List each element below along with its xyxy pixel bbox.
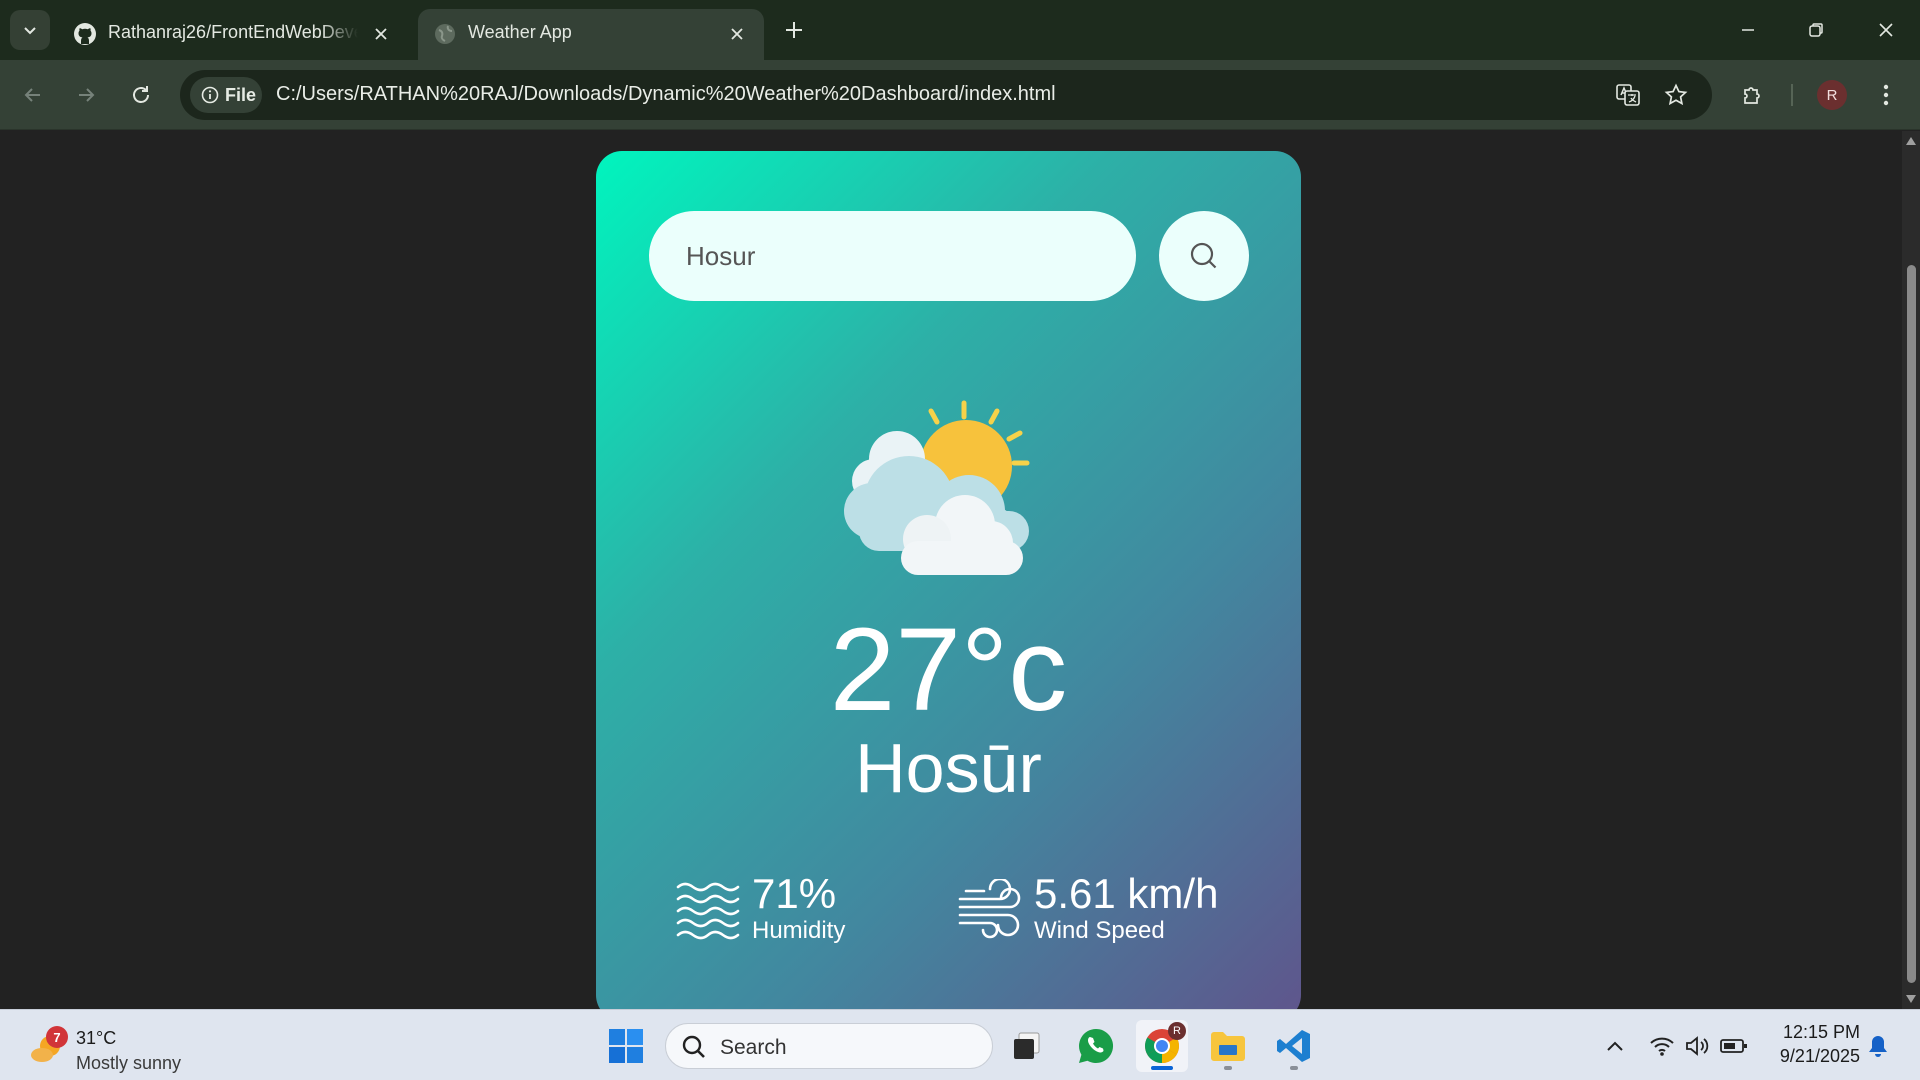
browser-tab-bar: Rathanraj26/FrontEndWebDeve Weather App bbox=[0, 0, 1920, 60]
wind-speed-label: Wind Speed bbox=[1034, 917, 1165, 944]
clock-date: 9/21/2025 bbox=[1779, 1046, 1860, 1066]
reload-button[interactable] bbox=[123, 77, 159, 113]
task-view-icon bbox=[1014, 1032, 1040, 1059]
weather-card: 27°c Hosūr 71% Humidity bbox=[596, 151, 1301, 1009]
tab-weather-app[interactable]: Weather App bbox=[418, 9, 764, 60]
weather-widget-desc: Mostly sunny bbox=[76, 1053, 182, 1073]
city-search-input[interactable] bbox=[649, 211, 1136, 301]
scrollbar-thumb[interactable] bbox=[1907, 265, 1916, 983]
whatsapp-button[interactable] bbox=[1070, 1020, 1122, 1072]
taskbar-search[interactable]: Search bbox=[665, 1023, 993, 1069]
info-icon bbox=[201, 86, 219, 104]
humidity-stat: 71% Humidity bbox=[676, 871, 896, 951]
weather-widget[interactable]: 7 31°C Mostly sunny bbox=[28, 1018, 208, 1074]
search-icon bbox=[1190, 242, 1217, 269]
restore-button[interactable] bbox=[1792, 10, 1840, 50]
clock-time: 12:15 PM bbox=[1782, 1022, 1860, 1042]
tab-title: Rathanraj26/FrontEndWebDeve bbox=[108, 22, 358, 42]
back-button[interactable] bbox=[15, 77, 51, 113]
browser-toolbar: File C:/Users/RATHAN%20RAJ/Downloads/Dyn… bbox=[0, 60, 1920, 130]
site-info-button[interactable]: File bbox=[190, 77, 262, 113]
tab-search-button[interactable] bbox=[10, 10, 50, 50]
humidity-label: Humidity bbox=[752, 917, 846, 944]
notification-bell-icon[interactable] bbox=[1864, 1032, 1892, 1060]
tab-github[interactable]: Rathanraj26/FrontEndWebDeve bbox=[58, 9, 408, 60]
whatsapp-icon bbox=[1079, 1029, 1114, 1063]
profile-avatar[interactable]: R bbox=[1817, 80, 1847, 110]
temperature-value: 27°c bbox=[829, 604, 1068, 736]
search-button[interactable] bbox=[1159, 211, 1249, 301]
city-name: Hosūr bbox=[855, 729, 1042, 807]
scroll-down-arrow-icon[interactable] bbox=[1905, 993, 1917, 1005]
github-icon bbox=[72, 21, 98, 47]
volume-icon[interactable] bbox=[1684, 1032, 1712, 1060]
new-tab-button[interactable] bbox=[778, 14, 810, 46]
windows-start-icon bbox=[609, 1029, 643, 1063]
partly-cloudy-icon bbox=[844, 400, 1030, 575]
extensions-button[interactable] bbox=[1735, 77, 1771, 113]
plus-icon bbox=[786, 22, 802, 38]
close-window-button[interactable] bbox=[1862, 10, 1910, 50]
url-text[interactable]: C:/Users/RATHAN%20RAJ/Downloads/Dynamic%… bbox=[276, 83, 1056, 106]
tab-title: Weather App bbox=[468, 22, 572, 42]
search-icon bbox=[682, 1035, 705, 1058]
notification-badge: 7 bbox=[46, 1026, 68, 1048]
active-app-indicator bbox=[1151, 1066, 1173, 1070]
show-hidden-icons-chevron-up-icon[interactable] bbox=[1601, 1032, 1629, 1060]
file-explorer-icon bbox=[1211, 1032, 1245, 1061]
humidity-value: 71% bbox=[752, 870, 837, 917]
close-icon bbox=[1879, 23, 1893, 37]
chevron-down-icon bbox=[24, 27, 36, 35]
file-explorer-button[interactable] bbox=[1202, 1020, 1254, 1072]
running-app-indicator bbox=[1224, 1066, 1232, 1070]
bookmark-star-icon[interactable] bbox=[1661, 80, 1691, 110]
wifi-icon[interactable] bbox=[1648, 1032, 1676, 1060]
close-tab-icon[interactable] bbox=[724, 21, 750, 47]
address-bar[interactable]: File C:/Users/RATHAN%20RAJ/Downloads/Dyn… bbox=[180, 70, 1712, 120]
vscode-icon bbox=[1277, 1030, 1310, 1062]
wind-icon bbox=[958, 879, 1021, 939]
puzzle-icon bbox=[1744, 87, 1760, 104]
kebab-menu-icon bbox=[1883, 84, 1889, 106]
wind-speed-value: 5.61 km/h bbox=[1034, 870, 1219, 917]
globe-icon bbox=[432, 21, 458, 47]
site-info-label: File bbox=[225, 84, 257, 105]
battery-icon[interactable] bbox=[1720, 1032, 1748, 1060]
minimize-icon bbox=[1742, 29, 1754, 31]
system-clock[interactable]: 12:15 PM 9/21/2025 bbox=[1768, 1020, 1860, 1068]
translate-icon[interactable] bbox=[1613, 80, 1643, 110]
chrome-profile-badge: R bbox=[1168, 1022, 1186, 1040]
windows-taskbar: 7 31°C Mostly sunny Search R 12:15 PM 9/… bbox=[0, 1009, 1920, 1080]
running-app-indicator bbox=[1290, 1066, 1298, 1070]
minimize-button[interactable] bbox=[1724, 10, 1772, 50]
scroll-up-arrow-icon[interactable] bbox=[1905, 135, 1917, 147]
forward-button[interactable] bbox=[68, 77, 104, 113]
toolbar-divider bbox=[1791, 84, 1793, 106]
page-viewport: 27°c Hosūr 71% Humidity bbox=[0, 131, 1920, 1009]
start-button[interactable] bbox=[600, 1020, 652, 1072]
browser-menu-button[interactable] bbox=[1868, 77, 1904, 113]
restore-icon bbox=[1809, 23, 1823, 37]
arrow-right-icon bbox=[79, 88, 95, 102]
reload-icon bbox=[133, 86, 149, 103]
vscode-button[interactable] bbox=[1268, 1020, 1320, 1072]
arrow-left-icon bbox=[24, 88, 40, 102]
task-view-button[interactable] bbox=[1001, 1020, 1053, 1072]
weather-widget-temp: 31°C bbox=[76, 1028, 117, 1048]
page-scrollbar[interactable] bbox=[1902, 131, 1920, 1009]
close-tab-icon[interactable] bbox=[368, 21, 394, 47]
chrome-button[interactable]: R bbox=[1136, 1020, 1188, 1072]
humidity-waves-icon bbox=[676, 882, 740, 940]
taskbar-search-label: Search bbox=[720, 1036, 787, 1059]
wind-stat: 5.61 km/h Wind Speed bbox=[958, 871, 1258, 951]
